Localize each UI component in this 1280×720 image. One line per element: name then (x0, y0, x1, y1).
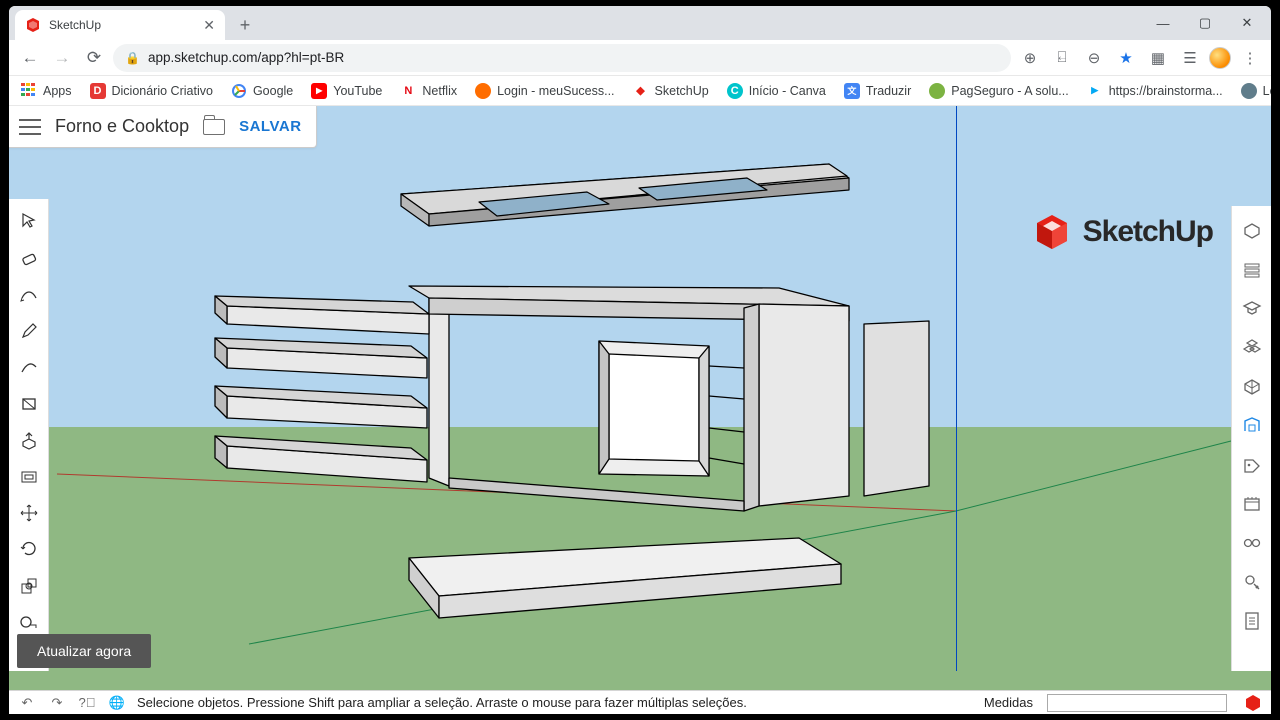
bookmark-item[interactable]: Login - meuSucess... (475, 83, 614, 99)
bookmark-item[interactable]: ▶https://brainstorma... (1087, 83, 1223, 99)
sketchup-logo-text: SketchUp (1083, 215, 1213, 249)
bookmark-icon: D (90, 83, 106, 99)
styles-icon[interactable] (1239, 413, 1265, 439)
status-hint: Selecione objetos. Pressione Shift para … (137, 695, 974, 710)
nav-forward-button[interactable]: → (49, 45, 75, 71)
display-icon[interactable] (1239, 530, 1265, 556)
browser-window: SketchUp ✕ + — ▢ ✕ ← → ⟳ 🔒 app.sketchup.… (9, 6, 1271, 714)
extension-icon[interactable]: ▦ (1145, 45, 1171, 71)
tape-tool[interactable] (16, 610, 42, 634)
shapes-tool[interactable] (16, 391, 42, 415)
components-icon[interactable] (1239, 335, 1265, 361)
bookmark-icon (1241, 83, 1257, 99)
sketchup-logo-icon (1031, 211, 1073, 253)
reports-icon[interactable] (1239, 608, 1265, 634)
browser-tab[interactable]: SketchUp ✕ (15, 10, 225, 40)
update-now-banner[interactable]: Atualizar agora (17, 634, 151, 668)
scenes-icon[interactable] (1239, 491, 1265, 517)
translate-icon: 文 (844, 83, 860, 99)
apps-grid-icon (21, 83, 37, 99)
window-controls: — ▢ ✕ (1143, 6, 1267, 40)
bookmark-item[interactable]: ▶YouTube (311, 83, 382, 99)
shadows-icon[interactable] (1239, 569, 1265, 595)
url-text: app.sketchup.com/app?hl=pt-BR (148, 50, 344, 65)
instructor-icon[interactable] (1239, 257, 1265, 283)
lock-icon: 🔒 (125, 51, 140, 65)
canva-icon: C (727, 83, 743, 99)
blue-axis-guide (956, 106, 957, 671)
model-viewport-area: Forno e Cooktop SALVAR SketchUp Atualiza… (9, 106, 1271, 690)
rotate-tool[interactable] (16, 537, 42, 561)
browser-menu-icon[interactable]: ⋮ (1237, 45, 1263, 71)
window-close[interactable]: ✕ (1227, 15, 1267, 31)
bookmark-icon (929, 83, 945, 99)
bookmark-star-icon[interactable]: ★ (1113, 45, 1139, 71)
window-maximize[interactable]: ▢ (1185, 15, 1225, 31)
materials-icon[interactable] (1239, 374, 1265, 400)
tags-icon[interactable] (1239, 452, 1265, 478)
scale-tool[interactable] (16, 574, 42, 598)
zoom-add-icon[interactable]: ⊕ (1017, 45, 1043, 71)
help-icon[interactable]: ?⃝ (77, 693, 97, 713)
sketchup-icon: ◆ (633, 83, 649, 99)
window-minimize[interactable]: — (1143, 16, 1183, 31)
tab-title: SketchUp (49, 18, 101, 32)
bookmark-icon (475, 83, 491, 99)
google-icon (231, 83, 247, 99)
file-title: Forno e Cooktop (55, 116, 189, 137)
folder-icon[interactable] (203, 119, 225, 135)
profile-avatar[interactable] (1209, 47, 1231, 69)
reading-list-icon[interactable]: ☰ (1177, 45, 1203, 71)
nav-reload-button[interactable]: ⟳ (81, 45, 107, 71)
bookmarks-bar: Apps DDicionário Criativo Google ▶YouTub… (9, 76, 1271, 106)
learn-icon[interactable] (1239, 296, 1265, 322)
sketchup-corner-icon (1243, 693, 1263, 713)
zoom-icon[interactable]: ⊖ (1081, 45, 1107, 71)
new-tab-button[interactable]: + (231, 11, 259, 39)
pushpull-tool[interactable] (16, 428, 42, 452)
language-icon[interactable]: 🌐 (107, 693, 127, 713)
address-bar: ← → ⟳ 🔒 app.sketchup.com/app?hl=pt-BR ⊕ … (9, 40, 1271, 76)
sketchup-logo: SketchUp (1031, 211, 1213, 253)
sketchup-favicon (25, 17, 41, 33)
offset-tool[interactable] (16, 464, 42, 488)
apps-shortcut[interactable]: Apps (21, 83, 72, 99)
bookmark-item[interactable]: Google (231, 83, 293, 99)
bookmark-item[interactable]: PagSeguro - A solu... (929, 83, 1068, 99)
measurements-label: Medidas (984, 695, 1037, 710)
nav-back-button[interactable]: ← (17, 45, 43, 71)
install-app-icon[interactable]: ⍇ (1049, 45, 1075, 71)
bookmark-item[interactable]: Login (1241, 83, 1271, 99)
pencil-tool[interactable] (16, 318, 42, 342)
menu-button[interactable] (19, 119, 41, 135)
entity-info-icon[interactable] (1239, 218, 1265, 244)
tab-strip: SketchUp ✕ + — ▢ ✕ (9, 6, 1271, 40)
bookmark-item[interactable]: CInício - Canva (727, 83, 826, 99)
measurements-input[interactable] (1047, 694, 1227, 712)
bookmark-item[interactable]: 文Traduzir (844, 83, 911, 99)
youtube-icon: ▶ (311, 83, 327, 99)
status-bar: ↶ ↷ ?⃝ 🌐 Selecione objetos. Pressione Sh… (9, 690, 1271, 714)
arc-tool[interactable] (16, 355, 42, 379)
lines-tool[interactable] (16, 282, 42, 306)
left-toolbar (9, 199, 49, 671)
select-tool[interactable] (16, 209, 42, 233)
url-input[interactable]: 🔒 app.sketchup.com/app?hl=pt-BR (113, 44, 1011, 72)
undo-icon[interactable]: ↶ (17, 693, 37, 713)
move-tool[interactable] (16, 501, 42, 525)
bookmark-item[interactable]: ◆SketchUp (633, 83, 709, 99)
netflix-icon: N (400, 83, 416, 99)
tab-close-icon[interactable]: ✕ (203, 17, 215, 34)
app-title-bar: Forno e Cooktop SALVAR (9, 106, 317, 148)
redo-icon[interactable]: ↷ (47, 693, 67, 713)
save-button[interactable]: SALVAR (239, 118, 301, 135)
bookmark-item[interactable]: NNetflix (400, 83, 457, 99)
right-panel-bar (1231, 206, 1271, 671)
bookmark-item[interactable]: DDicionário Criativo (90, 83, 213, 99)
bookmark-icon: ▶ (1087, 83, 1103, 99)
model-viewport[interactable] (9, 106, 1271, 689)
eraser-tool[interactable] (16, 245, 42, 269)
